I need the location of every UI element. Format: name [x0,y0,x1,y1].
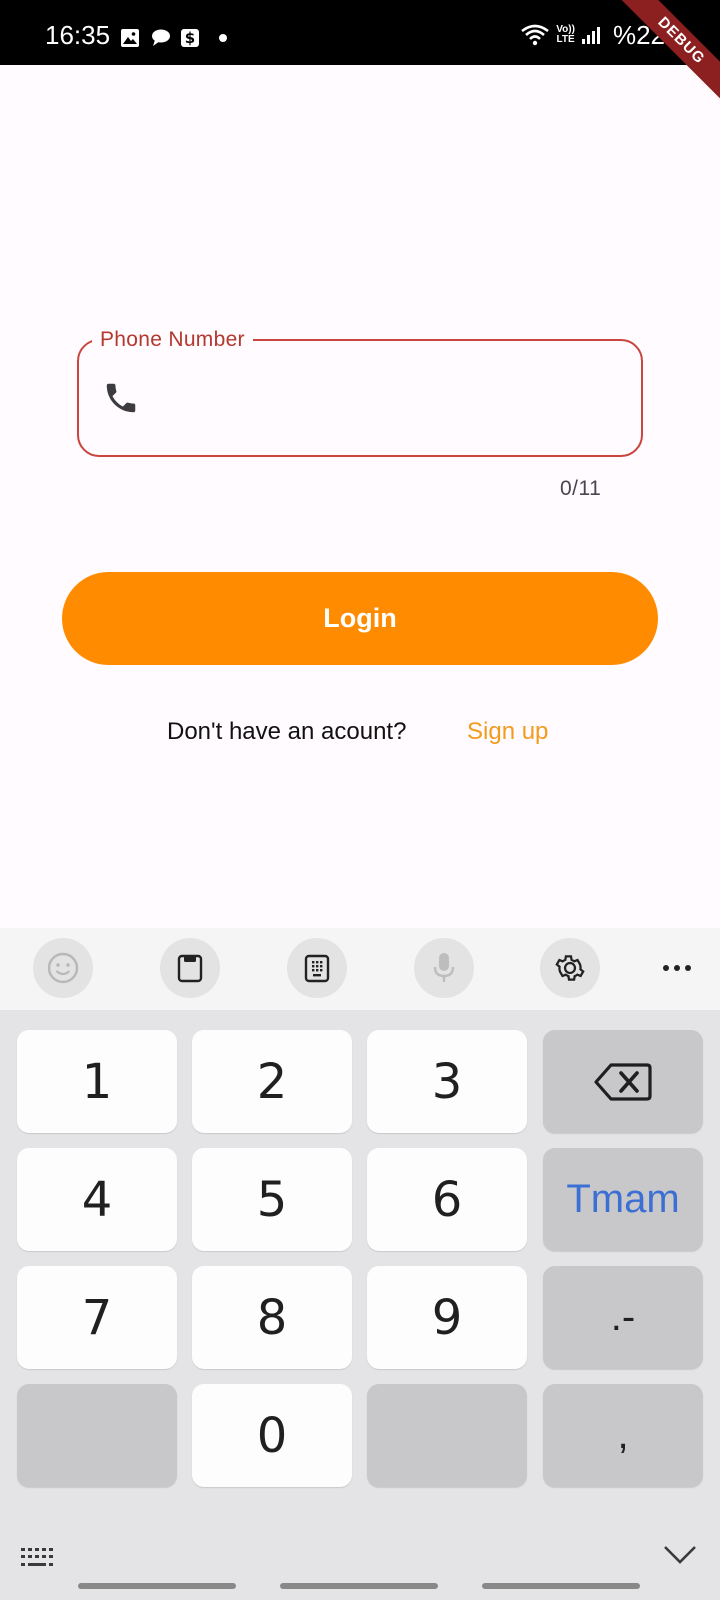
nav-handle-middle [280,1583,438,1589]
phone-icon [106,383,136,413]
keypad-button[interactable] [287,938,347,998]
keypad-icon [304,954,330,983]
status-time: 16:35 [45,20,111,50]
microphone-button[interactable] [414,938,474,998]
keyboard-settings-button[interactable] [540,938,600,998]
nav-handle-left [78,1583,236,1589]
dollar-icon: $ [181,29,199,47]
settings-icon [555,955,585,981]
login-button[interactable]: Login [62,572,658,665]
clipboard-icon [177,954,203,983]
comma-key[interactable]: , [543,1384,703,1487]
chat-icon [152,29,170,46]
key-2[interactable]: 2 [192,1030,352,1133]
key-7[interactable]: 7 [17,1266,177,1369]
backspace-key[interactable] [543,1030,703,1133]
status-notification-icons: $ [120,28,227,48]
emoji-icon [47,952,79,984]
backspace-icon [594,1062,652,1101]
blank-key-left [17,1384,177,1487]
dot-dash-key[interactable]: .- [543,1266,703,1369]
more-icon [663,965,691,971]
blank-key-middle [367,1384,527,1487]
svg-text:$: $ [185,29,195,47]
phone-number-label: Phone Number [92,326,253,354]
gallery-icon [121,29,139,47]
key-6[interactable]: 6 [367,1148,527,1251]
microphone-icon [433,953,455,982]
chevron-down-icon[interactable] [663,1544,697,1566]
signal-icon [581,27,600,44]
clipboard-button[interactable] [160,938,220,998]
volte-icon: Vo)) LTE [556,24,575,45]
status-system-icons: Vo)) LTE %22 [520,22,665,48]
key-0[interactable]: 0 [192,1384,352,1487]
phone-number-input[interactable] [160,365,610,429]
key-8[interactable]: 8 [192,1266,352,1369]
keyboard-toolbar [0,928,720,1010]
done-key[interactable]: Tmam [543,1148,703,1251]
wifi-icon [521,24,550,46]
nav-handle-right [482,1583,640,1589]
key-9[interactable]: 9 [367,1266,527,1369]
key-5[interactable]: 5 [192,1148,352,1251]
dot-icon [219,34,227,42]
keyboard-switch-icon[interactable] [20,1546,56,1570]
key-4[interactable]: 4 [17,1148,177,1251]
emoji-button[interactable] [33,938,93,998]
signup-prompt: Don't have an acount? [167,718,407,745]
key-1[interactable]: 1 [17,1030,177,1133]
signup-link[interactable]: Sign up [467,718,548,746]
more-options-button[interactable] [647,938,707,998]
status-bar: 16:35 $ Vo)) LTE %22 [0,0,720,65]
key-3[interactable]: 3 [367,1030,527,1133]
character-counter: 0/11 [560,477,602,500]
